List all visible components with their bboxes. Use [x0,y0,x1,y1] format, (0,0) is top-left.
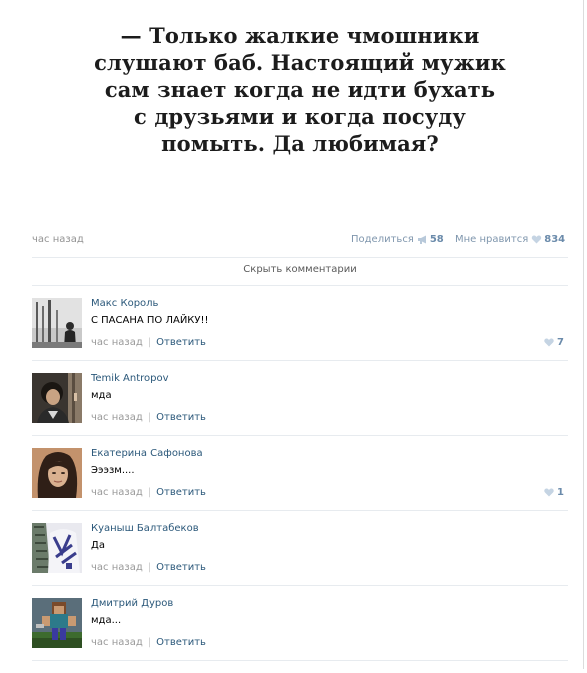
post-quote: — Только жалкие чмошники слушают баб. На… [60,22,540,157]
like-label: Мне нравится [455,234,529,245]
comment-footer: час назад | Ответить [91,637,206,648]
avatar-image [32,598,82,648]
quote-line: сам знает когда не идти бухать [104,77,496,102]
separator: | [147,637,152,648]
comment-text: мда [91,390,112,401]
share-count: 58 [429,234,444,245]
avatar-image [32,448,82,498]
quote-line: помыть. Да любимая? [161,131,439,156]
heart-icon [544,338,554,347]
comment-footer: час назад | Ответить [91,487,206,498]
avatar-image [32,298,82,348]
share-label: Поделиться [351,234,414,245]
post-meta: час назад Поделиться 58 Мне нравится 834 [32,233,568,249]
divider [32,285,568,286]
divider [32,435,568,436]
comment-like-button[interactable]: 7 [544,337,564,348]
comment-item: Екатерина Сафонова Эээзм.... час назад |… [32,448,568,523]
comment-text: Эээзм.... [91,465,135,476]
comment-like-count: 1 [557,487,564,498]
comment-time[interactable]: час назад [91,637,143,648]
separator: | [147,337,152,348]
separator: | [147,487,152,498]
reply-link[interactable]: Ответить [156,487,206,498]
post-image[interactable]: — Только жалкие чмошники слушают баб. На… [32,0,568,218]
share-button[interactable]: Поделиться 58 [351,234,444,245]
wall-post: — Только жалкие чмошники слушают баб. На… [0,0,584,669]
divider [32,660,568,661]
comment-author[interactable]: Дмитрий Дуров [91,598,173,609]
comment-author[interactable]: Куаныш Балтабеков [91,523,199,534]
heart-icon [544,488,554,497]
comment-text: мда... [91,615,122,626]
comment-time[interactable]: час назад [91,412,143,423]
comment-like-button[interactable]: 1 [544,487,564,498]
avatar-image [32,373,82,423]
comment-time[interactable]: час назад [91,337,143,348]
comment-item: Temik Antropov мда час назад | Ответить [32,373,568,448]
avatar-image [32,523,82,573]
comment-time[interactable]: час назад [91,487,143,498]
reply-link[interactable]: Ответить [156,637,206,648]
reply-link[interactable]: Ответить [156,412,206,423]
divider [32,257,568,258]
avatar[interactable] [32,523,82,573]
comment-footer: час назад | Ответить [91,562,206,573]
comment-item: Макс Король С ПАСАНА ПО ЛАЙКУ!! час наза… [32,298,568,373]
avatar[interactable] [32,373,82,423]
like-count: 834 [544,234,566,245]
reply-link[interactable]: Ответить [156,337,206,348]
quote-line: — Только жалкие чмошники [120,23,480,48]
hide-comments-link[interactable]: Скрыть комментарии [32,264,568,275]
comment-text: Да [91,540,105,551]
divider [32,360,568,361]
separator: | [147,412,152,423]
comment-footer: час назад | Ответить [91,337,206,348]
like-button[interactable]: Мне нравится 834 [455,234,565,245]
post-time[interactable]: час назад [32,234,84,245]
reply-link[interactable]: Ответить [156,562,206,573]
avatar[interactable] [32,598,82,648]
quote-line: слушают баб. Настоящий мужик [94,50,506,75]
comment-item: Дмитрий Дуров мда... час назад | Ответит… [32,598,568,673]
heart-icon [532,235,542,244]
comment-item: Куаныш Балтабеков Да час назад | Ответит… [32,523,568,598]
comment-text: С ПАСАНА ПО ЛАЙКУ!! [91,315,209,326]
separator: | [147,562,152,573]
divider [32,585,568,586]
comment-time[interactable]: час назад [91,562,143,573]
divider [32,510,568,511]
avatar[interactable] [32,298,82,348]
quote-line: с друзьями и когда посуду [134,104,466,129]
comment-author[interactable]: Макс Король [91,298,158,309]
avatar[interactable] [32,448,82,498]
comment-author[interactable]: Екатерина Сафонова [91,448,203,459]
comment-footer: час назад | Ответить [91,412,206,423]
comment-like-count: 7 [557,337,564,348]
comment-author[interactable]: Temik Antropov [91,373,169,384]
megaphone-icon [417,235,426,244]
